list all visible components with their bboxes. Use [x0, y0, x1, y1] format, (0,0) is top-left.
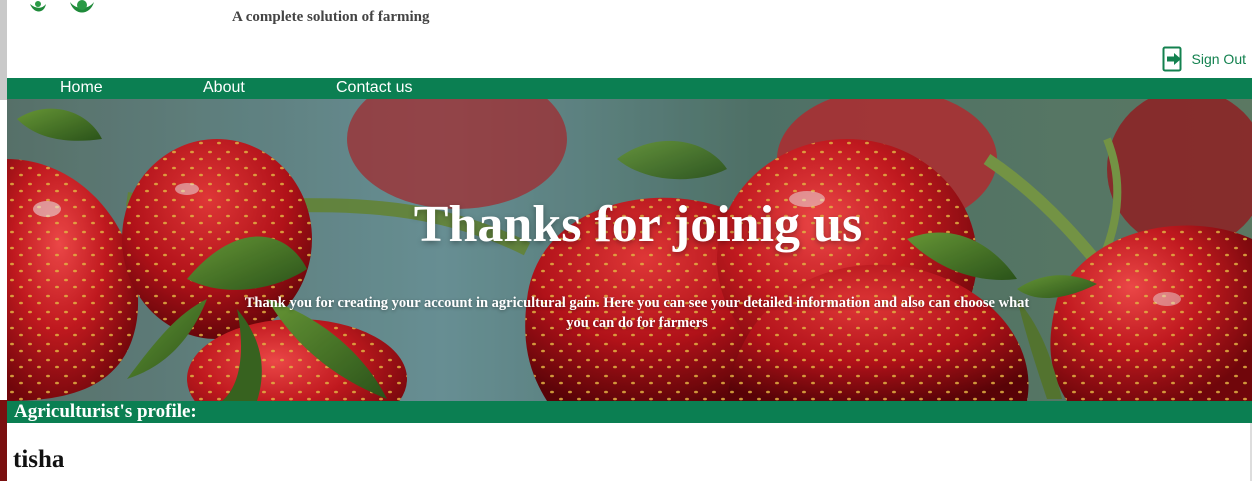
main-nav: Home About Contact us — [7, 78, 1252, 99]
hero-banner: Thanks for joinig us Thank you for creat… — [7, 99, 1252, 401]
logo-icon — [30, 0, 94, 13]
profile-section-header: Agriculturist's profile: — [7, 401, 1252, 423]
sign-out-label: Sign Out — [1191, 51, 1246, 67]
site-tagline: A complete solution of farming — [232, 9, 430, 25]
profile-section-label: Agriculturist's profile: — [14, 401, 197, 422]
window-left-edge-lower — [0, 400, 7, 481]
nav-home-link[interactable]: Home — [60, 79, 103, 97]
sign-out-icon — [1162, 46, 1182, 72]
hero-subtitle: Thank you for creating your account in a… — [244, 295, 1030, 331]
sign-out-button[interactable]: Sign Out — [1162, 46, 1246, 72]
hero-title: Thanks for joinig us — [413, 196, 863, 253]
nav-contact-link[interactable]: Contact us — [336, 79, 412, 97]
profile-username: tisha — [13, 446, 65, 473]
page: A complete solution of farming Sign Out … — [0, 0, 1252, 481]
window-left-edge — [0, 0, 7, 100]
nav-about-link[interactable]: About — [203, 79, 245, 97]
